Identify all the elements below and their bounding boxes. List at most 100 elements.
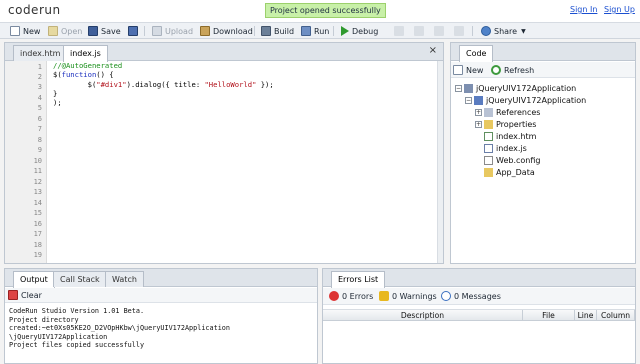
build-button[interactable]: Build [261, 24, 294, 38]
sign-in-link[interactable]: Sign In [570, 5, 597, 14]
expand-icon: + [475, 121, 482, 128]
new-file-label: New [466, 65, 484, 75]
share-button[interactable]: Share ▼ [481, 24, 526, 38]
tree-node-solution[interactable]: − jQueryUIV172Application [455, 83, 576, 94]
tree-node-references[interactable]: + References [475, 107, 540, 118]
line-number: 14 [33, 199, 42, 207]
info-icon [441, 291, 451, 301]
toolbar-separator [144, 26, 145, 36]
column-header-file[interactable]: File [523, 310, 575, 321]
config-file-icon [484, 156, 493, 165]
notification-banner: Project opened successfully [265, 3, 386, 18]
tab-output[interactable]: Output [13, 271, 55, 288]
run-button[interactable]: Run [301, 24, 329, 38]
warnings-filter-button[interactable]: 0 Warnings [379, 289, 437, 303]
new-button-label: New [23, 26, 41, 36]
project-icon [474, 96, 483, 105]
line-number: 16 [33, 220, 42, 228]
clear-button-label: Clear [21, 290, 42, 300]
step-out-button[interactable] [454, 24, 467, 38]
tree-node-properties[interactable]: + Properties [475, 119, 536, 130]
save-all-icon [128, 26, 138, 36]
step-over-icon [414, 26, 424, 36]
open-button[interactable]: Open [48, 24, 82, 38]
code-comment: //@AutoGenerated [53, 61, 123, 70]
expand-icon: + [475, 109, 482, 116]
errors-filter-button[interactable]: 0 Errors [329, 289, 373, 303]
output-tabstrip: Output Call Stack Watch [5, 269, 317, 288]
code-editor[interactable]: //@AutoGenerated $(function() { $("#div1… [53, 61, 274, 107]
new-file-icon [10, 26, 20, 36]
line-number: 8 [37, 136, 42, 144]
open-button-label: Open [61, 26, 83, 36]
save-disk-icon [88, 26, 98, 36]
output-line: created:~et0Xs05KE2O_D2VOpHKbw\jQueryUIV… [9, 324, 230, 333]
tree-node-label: Properties [496, 120, 537, 129]
line-number: 17 [33, 230, 42, 238]
chevron-down-icon: ▼ [521, 27, 526, 35]
build-button-label: Build [274, 26, 295, 36]
code-token: ).dialog({ title: [126, 79, 205, 89]
tree-node-label: App_Data [496, 168, 535, 177]
code-token: $( [53, 79, 97, 89]
clear-button[interactable]: Clear [8, 288, 42, 302]
pause-button[interactable] [394, 24, 407, 38]
refresh-button[interactable]: Refresh [491, 63, 534, 77]
tree-node-label: jQueryUIV172Application [476, 84, 577, 93]
tree-node-app-data[interactable]: App_Data [484, 167, 535, 178]
tree-node-project[interactable]: − jQueryUIV172Application [465, 95, 586, 106]
solution-icon [464, 84, 473, 93]
messages-filter-button[interactable]: 0 Messages [441, 289, 501, 303]
js-file-icon [484, 144, 493, 153]
tab-errors-list[interactable]: Errors List [331, 271, 386, 288]
column-header-description[interactable]: Description [323, 310, 523, 321]
folder-icon [484, 168, 493, 177]
play-icon [341, 26, 349, 36]
code-token: } [53, 88, 58, 98]
column-header-line[interactable]: Line [575, 310, 597, 321]
step-into-button[interactable] [434, 24, 447, 38]
debug-button-label: Debug [352, 26, 379, 36]
code-string: "HelloWorld" [204, 79, 257, 89]
sign-up-link[interactable]: Sign Up [604, 5, 635, 14]
download-button[interactable]: Download [200, 24, 253, 38]
tree-node-label: jQueryUIV172Application [486, 96, 587, 105]
upload-icon [152, 26, 162, 36]
upload-button[interactable]: Upload [152, 24, 193, 38]
tab-index-js[interactable]: index.js [63, 45, 108, 62]
run-button-label: Run [314, 26, 330, 36]
collapse-icon: − [465, 97, 472, 104]
code-keyword: function [61, 70, 97, 80]
output-toolbar: Clear [5, 288, 317, 303]
tab-call-stack[interactable]: Call Stack [53, 271, 107, 287]
code-token: ); [53, 98, 62, 108]
new-file-icon [453, 65, 463, 75]
tree-node-index-htm[interactable]: index.htm [484, 131, 536, 142]
main-toolbar: New Open Save Upload Download Build Run … [0, 22, 640, 39]
save-button[interactable]: Save [88, 24, 121, 38]
save-all-button[interactable] [128, 24, 141, 38]
debug-button[interactable]: Debug [341, 24, 378, 38]
line-number: 15 [33, 209, 42, 217]
new-button[interactable]: New [10, 24, 40, 38]
editor-scrollbar[interactable] [437, 61, 443, 263]
step-over-button[interactable] [414, 24, 427, 38]
open-folder-icon [48, 26, 58, 36]
close-icon[interactable]: × [429, 45, 437, 56]
tree-node-web-config[interactable]: Web.config [484, 155, 540, 166]
tab-code[interactable]: Code [459, 45, 494, 62]
line-number: 6 [37, 115, 42, 123]
new-file-button[interactable]: New [453, 63, 483, 77]
tab-watch[interactable]: Watch [105, 271, 144, 287]
output-panel: Output Call Stack Watch Clear CodeRun St… [4, 268, 318, 364]
download-icon [200, 26, 210, 36]
tab-index-htm[interactable]: index.htm [13, 45, 68, 61]
column-header-column[interactable]: Column [597, 310, 635, 321]
tree-node-index-js[interactable]: index.js [484, 143, 527, 154]
output-line: Project directory [9, 315, 79, 324]
build-icon [261, 26, 271, 36]
code-tabstrip: Code [451, 43, 635, 62]
line-number: 3 [37, 83, 42, 91]
line-number: 2 [37, 73, 42, 81]
line-number: 7 [37, 125, 42, 133]
